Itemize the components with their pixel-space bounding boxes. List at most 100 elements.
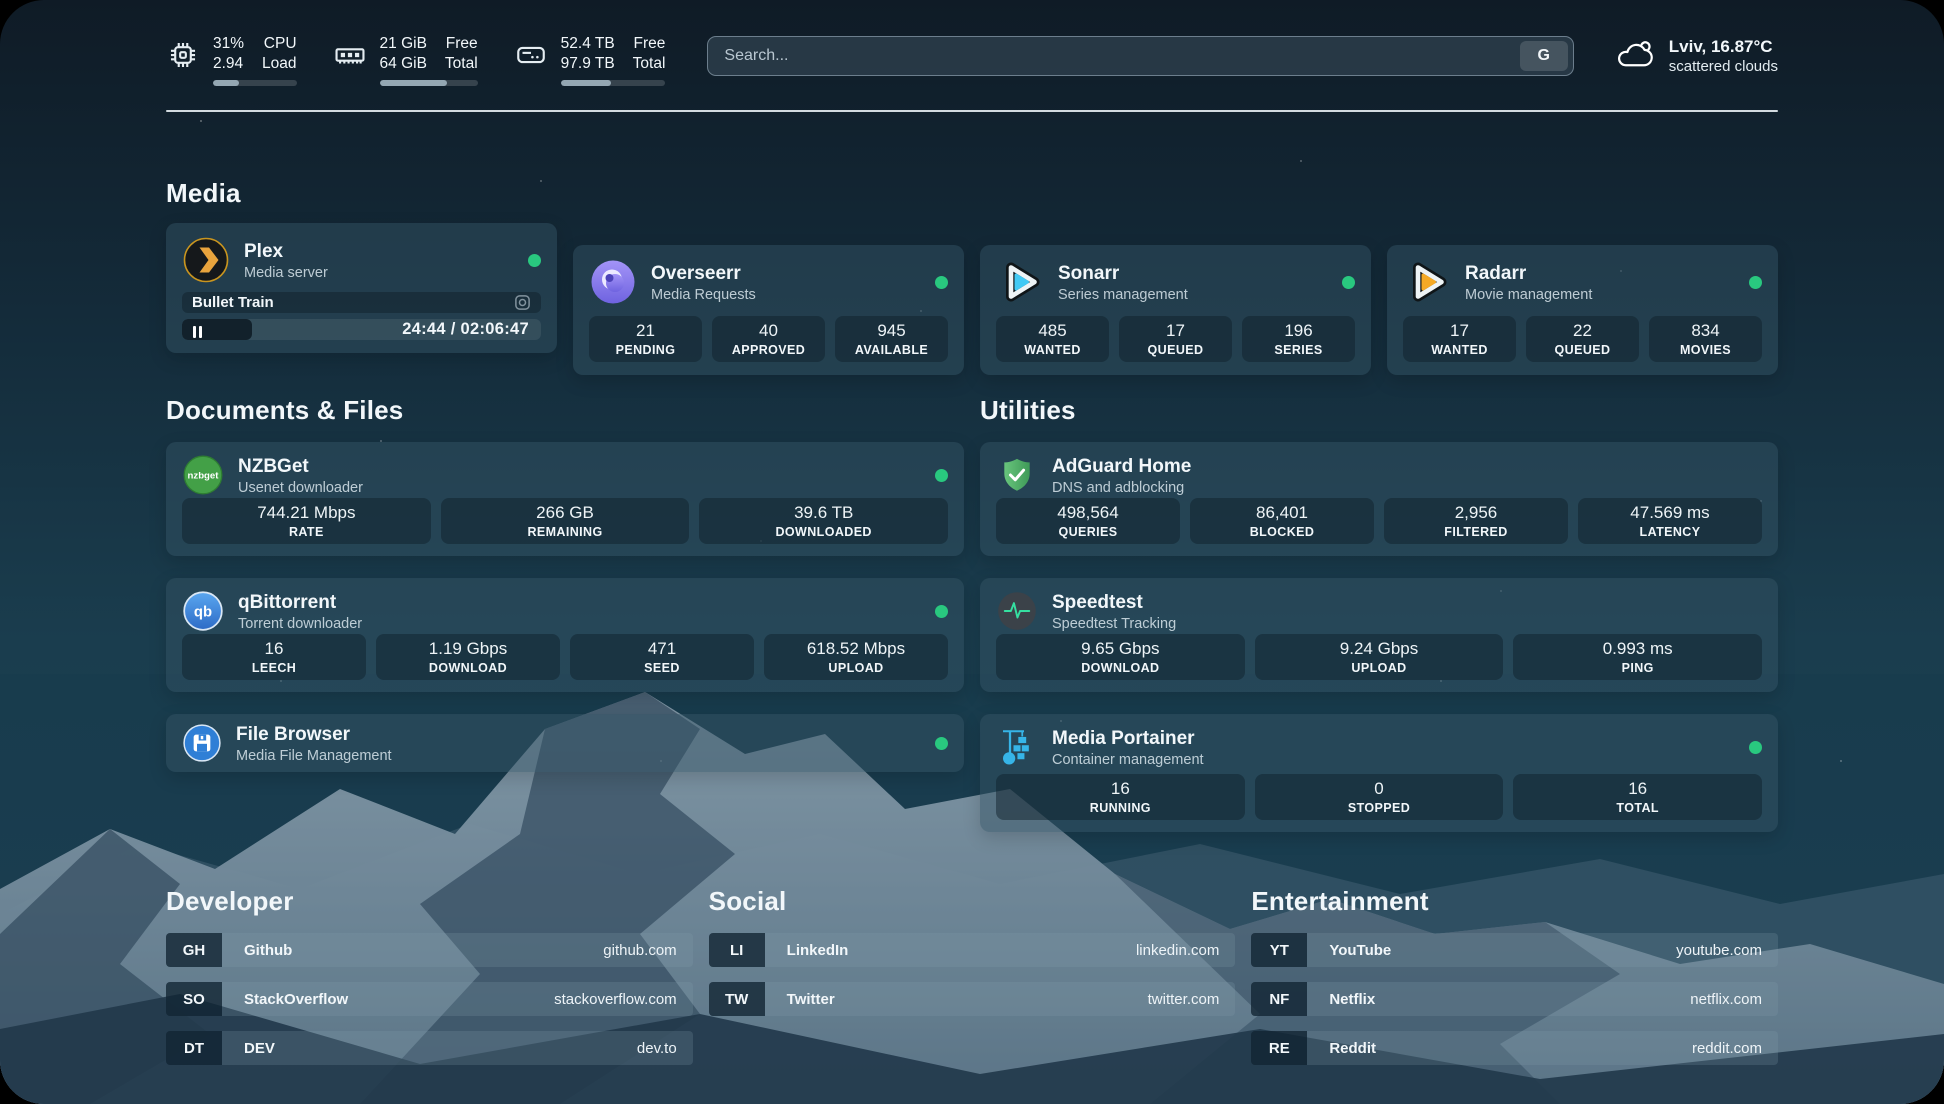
section-title-developer: Developer <box>166 886 693 917</box>
link-name: DEV <box>244 1040 275 1057</box>
svg-text:qb: qb <box>194 604 212 620</box>
section-title-utilities: Utilities <box>980 395 1778 426</box>
status-online-dot <box>528 254 541 267</box>
plex-icon <box>182 236 230 284</box>
link-name: Twitter <box>787 991 835 1008</box>
status-online-dot <box>1749 741 1762 754</box>
app-card-radarr[interactable]: Radarr Movie management 17WANTED 22QUEUE… <box>1387 245 1778 375</box>
pause-button[interactable] <box>193 326 202 338</box>
app-name: Overseerr <box>651 262 756 285</box>
stat-box: 86,401BLOCKED <box>1190 498 1374 544</box>
memory-total-value: 64 GiB <box>380 54 427 74</box>
app-subtitle: Media server <box>244 265 328 281</box>
stat-box: 40APPROVED <box>712 316 825 362</box>
link-netflix[interactable]: NF Netflix netflix.com <box>1251 982 1778 1016</box>
search-input[interactable] <box>724 47 1519 65</box>
link-abbr: RE <box>1251 1031 1307 1065</box>
app-name: NZBGet <box>238 455 363 478</box>
search-bar[interactable]: G <box>707 36 1573 76</box>
hard-drive-icon <box>514 38 548 72</box>
stat-box: 47.569 msLATENCY <box>1578 498 1762 544</box>
disk-total-value: 97.9 TB <box>561 54 615 74</box>
memory-label-top: Free <box>445 34 478 54</box>
link-url: youtube.com <box>1676 942 1762 959</box>
app-card-sonarr[interactable]: Sonarr Series management 485WANTED 17QUE… <box>980 245 1371 375</box>
stat-box: 39.6 TBDOWNLOADED <box>699 498 948 544</box>
app-card-qbittorrent[interactable]: qb qBittorrent Torrent downloader 16LEEC… <box>166 578 964 692</box>
app-subtitle: Usenet downloader <box>238 480 363 496</box>
link-abbr: TW <box>709 982 765 1016</box>
stat-box: 0STOPPED <box>1255 774 1504 820</box>
status-online-dot <box>935 605 948 618</box>
qbittorrent-icon: qb <box>182 590 224 632</box>
app-subtitle: Torrent downloader <box>238 616 362 632</box>
stat-box: 2,956FILTERED <box>1384 498 1568 544</box>
video-camera-icon <box>514 294 531 311</box>
link-github[interactable]: GH Github github.com <box>166 933 693 967</box>
app-card-filebrowser[interactable]: File Browser Media File Management <box>166 714 964 772</box>
link-linkedin[interactable]: LI LinkedIn linkedin.com <box>709 933 1236 967</box>
disk-label-bottom: Total <box>633 54 666 74</box>
link-url: github.com <box>603 942 676 959</box>
weather-widget: Lviv, 16.87°C scattered clouds <box>1612 36 1778 75</box>
cpu-label-top: CPU <box>262 34 296 54</box>
ram-icon <box>333 38 367 72</box>
link-url: stackoverflow.com <box>554 991 677 1008</box>
section-title-entertainment: Entertainment <box>1251 886 1778 917</box>
link-twitter[interactable]: TW Twitter twitter.com <box>709 982 1236 1016</box>
stat-box: 0.993 msPING <box>1513 634 1762 680</box>
dashboard-screen: 31% 2.94 CPU Load <box>0 0 1944 1104</box>
link-abbr: GH <box>166 933 222 967</box>
stat-box: 744.21 MbpsRATE <box>182 498 431 544</box>
app-subtitle: Speedtest Tracking <box>1052 616 1176 632</box>
link-stackoverflow[interactable]: SO StackOverflow stackoverflow.com <box>166 982 693 1016</box>
app-subtitle: DNS and adblocking <box>1052 480 1191 496</box>
app-subtitle: Movie management <box>1465 287 1592 303</box>
disk-stat: 52.4 TB 97.9 TB Free Total <box>514 34 666 86</box>
status-online-dot <box>935 276 948 289</box>
app-card-nzbget[interactable]: nzbget NZBGet Usenet downloader 744.21 M… <box>166 442 964 556</box>
link-name: Reddit <box>1329 1040 1376 1057</box>
app-name: Sonarr <box>1058 262 1188 285</box>
stat-box: 1.19 GbpsDOWNLOAD <box>376 634 560 680</box>
app-subtitle: Media File Management <box>236 748 392 764</box>
app-card-overseerr[interactable]: Overseerr Media Requests 21PENDING 40APP… <box>573 245 964 375</box>
app-subtitle: Series management <box>1058 287 1188 303</box>
links-section-developer: Developer GH Github github.com SO StackO… <box>166 886 693 1080</box>
links-section-entertainment: Entertainment YT YouTube youtube.com NF … <box>1251 886 1778 1080</box>
app-card-adguard[interactable]: AdGuard Home DNS and adblocking 498,564Q… <box>980 442 1778 556</box>
speedtest-pulse-icon <box>996 590 1038 632</box>
search-engine-button[interactable]: G <box>1520 41 1568 71</box>
stat-box: 618.52 MbpsUPLOAD <box>764 634 948 680</box>
link-dev[interactable]: DT DEV dev.to <box>166 1031 693 1065</box>
nzbget-icon: nzbget <box>182 454 224 496</box>
stat-box: 22QUEUED <box>1526 316 1639 362</box>
link-abbr: NF <box>1251 982 1307 1016</box>
app-card-speedtest[interactable]: Speedtest Speedtest Tracking 9.65 GbpsDO… <box>980 578 1778 692</box>
link-abbr: DT <box>166 1031 222 1065</box>
memory-label-bottom: Total <box>445 54 478 74</box>
disk-label-top: Free <box>633 34 666 54</box>
cpu-stat: 31% 2.94 CPU Load <box>166 34 297 86</box>
cpu-icon <box>166 38 200 72</box>
app-card-plex[interactable]: Plex Media server Bullet Train <box>166 223 557 353</box>
cpu-load-value: 2.94 <box>213 54 244 74</box>
link-name: YouTube <box>1329 942 1391 959</box>
disk-free-value: 52.4 TB <box>561 34 615 54</box>
link-youtube[interactable]: YT YouTube youtube.com <box>1251 933 1778 967</box>
app-card-portainer[interactable]: Media Portainer Container management 16R… <box>980 714 1778 832</box>
link-url: netflix.com <box>1690 991 1762 1008</box>
link-url: twitter.com <box>1148 991 1220 1008</box>
stat-box: 498,564QUERIES <box>996 498 1180 544</box>
stat-box: 17WANTED <box>1403 316 1516 362</box>
status-online-dot <box>935 737 948 750</box>
portainer-crane-icon <box>996 726 1038 768</box>
playback-time: 24:44 / 02:06:47 <box>402 320 541 339</box>
link-url: linkedin.com <box>1136 942 1219 959</box>
link-reddit[interactable]: RE Reddit reddit.com <box>1251 1031 1778 1065</box>
link-abbr: SO <box>166 982 222 1016</box>
cpu-label-bottom: Load <box>262 54 296 74</box>
stat-box: 471SEED <box>570 634 754 680</box>
stat-box: 9.65 GbpsDOWNLOAD <box>996 634 1245 680</box>
header-divider <box>166 110 1778 112</box>
